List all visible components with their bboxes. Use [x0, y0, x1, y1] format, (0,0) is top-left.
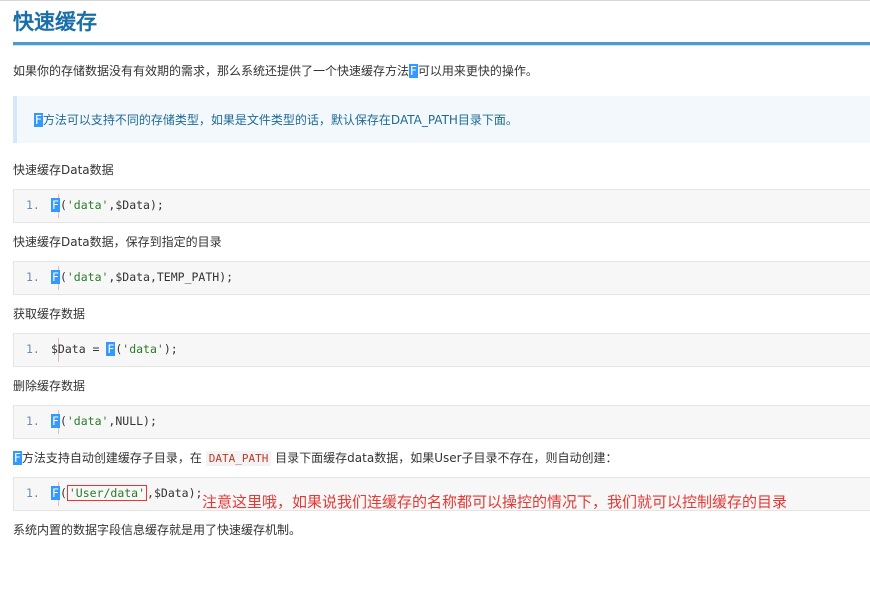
code-fn: F — [106, 342, 116, 356]
code-paren: ( — [59, 414, 67, 428]
inline-code-data-path: DATA_PATH — [205, 451, 272, 466]
code-line: F('data',NULL); — [51, 414, 157, 428]
section-heading-delete: 删除缓存数据 — [13, 379, 86, 393]
code-fn: F — [51, 414, 60, 428]
code-fn: F — [51, 486, 60, 500]
section-heading-get: 获取缓存数据 — [13, 307, 86, 321]
code-string-boxed: 'User/data' — [66, 485, 148, 501]
code-line: F('User/data' ,$Data); — [51, 485, 203, 501]
subdir-paragraph: F方法支持自动创建缓存子目录，在 DATA_PATH 目录下面缓存data数据，… — [13, 449, 618, 468]
code-paren: ( — [59, 270, 67, 284]
line-number: 1. — [26, 486, 40, 500]
code-string: 'data' — [66, 270, 109, 284]
code-args: ,$Data,TEMP_PATH); — [108, 270, 234, 284]
note-box: F方法可以支持不同的存储类型，如果是文件类型的话，默认保存在DATA_PATH目… — [13, 96, 870, 143]
title-underline — [13, 42, 870, 46]
code-args: ); — [163, 342, 178, 356]
intro-text-before: 如果你的存储数据没有有效期的需求，那么系统还提供了一个快速缓存方法 — [13, 64, 410, 78]
red-annotation: 注意这里哦，如果说我们连缓存的名称都可以操控的情况下，我们就可以控制缓存的目录 — [202, 493, 788, 511]
code-args: ,$Data); — [108, 198, 164, 212]
line-number: 1. — [26, 342, 40, 356]
page-title: 快速缓存 — [13, 10, 97, 34]
code-line: $Data = F('data'); — [51, 342, 178, 356]
section-heading-store-path: 快速缓存Data数据，保存到指定的目录 — [13, 235, 222, 249]
line-number: 1. — [26, 414, 40, 428]
code-paren: ( — [59, 486, 67, 500]
intro-highlight: F — [409, 64, 418, 78]
intro-text-after: 可以用来更快的操作。 — [417, 64, 538, 78]
code-string: 'data' — [66, 198, 109, 212]
section-heading-store: 快速缓存Data数据 — [13, 163, 114, 177]
note-text: F方法可以支持不同的存储类型，如果是文件类型的话，默认保存在DATA_PATH目… — [34, 111, 518, 129]
intro-paragraph: 如果你的存储数据没有有效期的需求，那么系统还提供了一个快速缓存方法F可以用来更快… — [13, 62, 538, 80]
note-highlight: F — [34, 113, 43, 127]
code-line: F('data',$Data,TEMP_PATH); — [51, 270, 233, 284]
code-block-delete: 1. F('data',NULL); — [13, 405, 870, 439]
note-body: 方法可以支持不同的存储类型，如果是文件类型的话，默认保存在DATA_PATH目录… — [42, 113, 518, 127]
code-block-get: 1. $Data = F('data'); — [13, 333, 870, 367]
code-args: ,NULL); — [108, 414, 157, 428]
code-paren: ( — [59, 198, 67, 212]
code-block-store-path: 1. F('data',$Data,TEMP_PATH); — [13, 261, 870, 295]
code-string: 'data' — [122, 342, 164, 356]
subdir-text-1: 方法支持自动创建缓存子目录，在 — [21, 451, 206, 465]
code-args: ,$Data); — [147, 486, 203, 500]
code-fn: F — [51, 270, 60, 284]
code-fn: F — [51, 198, 60, 212]
code-block-store: 1. F('data',$Data); — [13, 189, 870, 223]
subdir-highlight: F — [13, 451, 22, 465]
code-string: 'data' — [66, 414, 109, 428]
footer-paragraph: 系统内置的数据字段信息缓存就是用了快速缓存机制。 — [13, 523, 302, 537]
code-line: F('data',$Data); — [51, 198, 164, 212]
subdir-text-2: 目录下面缓存data数据，如果User子目录不存在，则自动创建： — [271, 451, 618, 465]
code-assign: $Data = — [51, 342, 107, 356]
line-number: 1. — [26, 198, 40, 212]
top-rule — [0, 0, 870, 1]
line-number: 1. — [26, 270, 40, 284]
